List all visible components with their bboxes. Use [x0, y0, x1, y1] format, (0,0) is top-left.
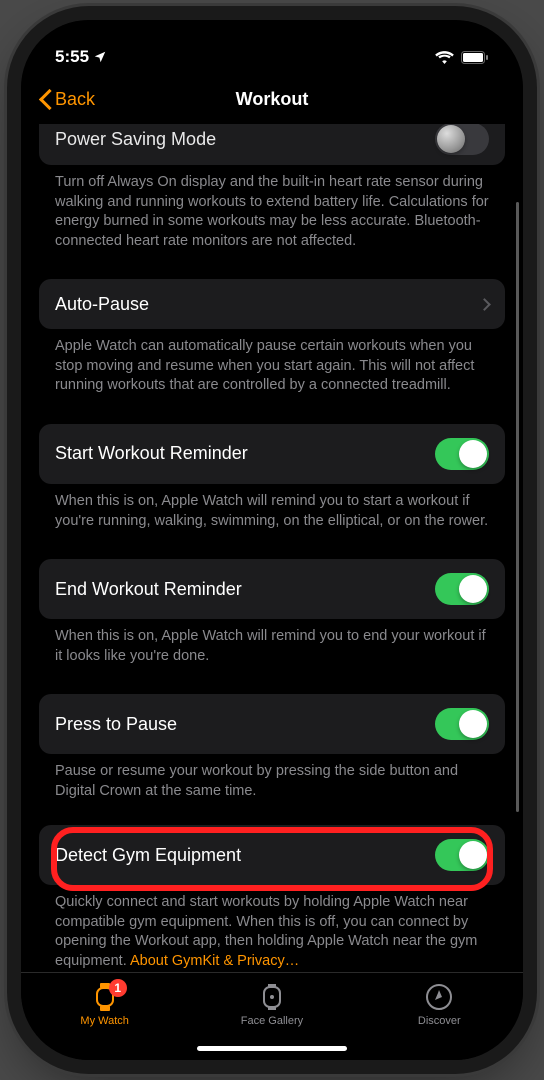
start-reminder-toggle[interactable] — [435, 438, 489, 470]
chevron-right-icon — [478, 298, 491, 311]
tab-face-gallery[interactable]: Face Gallery — [212, 983, 332, 1027]
back-button[interactable]: Back — [39, 89, 95, 110]
power-saving-label: Power Saving Mode — [55, 129, 216, 150]
scrollbar[interactable] — [516, 202, 519, 812]
notch — [167, 20, 377, 52]
detect-gym-label: Detect Gym Equipment — [55, 845, 241, 866]
start-reminder-footer: When this is on, Apple Watch will remind… — [39, 484, 505, 531]
press-pause-footer: Pause or resume your workout by pressing… — [39, 754, 505, 801]
face-gallery-icon — [258, 983, 286, 1011]
wifi-icon — [435, 50, 454, 64]
nav-bar: Back Workout — [21, 74, 523, 124]
start-reminder-row[interactable]: Start Workout Reminder — [39, 424, 505, 484]
battery-icon — [461, 51, 489, 64]
detect-gym-toggle[interactable] — [435, 839, 489, 871]
power-saving-row[interactable]: Power Saving Mode — [39, 124, 505, 165]
tab-my-watch-label: My Watch — [80, 1015, 129, 1027]
auto-pause-row[interactable]: Auto-Pause — [39, 279, 505, 329]
status-time: 5:55 — [55, 47, 89, 67]
screen: 5:55 Back Workout — [21, 20, 523, 1060]
tab-my-watch[interactable]: 1 My Watch — [45, 983, 165, 1027]
gymkit-privacy-link[interactable]: About GymKit & Privacy… — [130, 953, 299, 969]
end-reminder-row[interactable]: End Workout Reminder — [39, 559, 505, 619]
tab-badge: 1 — [109, 979, 127, 997]
back-label: Back — [55, 89, 95, 110]
tab-discover[interactable]: Discover — [379, 983, 499, 1027]
compass-icon — [425, 983, 453, 1011]
auto-pause-label: Auto-Pause — [55, 294, 149, 315]
tab-discover-label: Discover — [418, 1015, 461, 1027]
detect-gym-footer: Quickly connect and start workouts by ho… — [39, 885, 505, 971]
end-reminder-footer: When this is on, Apple Watch will remind… — [39, 619, 505, 666]
auto-pause-footer: Apple Watch can automatically pause cert… — [39, 329, 505, 396]
press-pause-toggle[interactable] — [435, 708, 489, 740]
start-reminder-label: Start Workout Reminder — [55, 443, 248, 464]
settings-scroll[interactable]: Power Saving Mode Turn off Always On dis… — [21, 124, 523, 972]
power-saving-footer: Turn off Always On display and the built… — [39, 165, 505, 251]
end-reminder-toggle[interactable] — [435, 573, 489, 605]
location-icon — [93, 50, 107, 64]
end-reminder-label: End Workout Reminder — [55, 579, 242, 600]
page-title: Workout — [236, 89, 309, 110]
detect-gym-row[interactable]: Detect Gym Equipment — [39, 825, 505, 885]
phone-frame: 5:55 Back Workout — [21, 20, 523, 1060]
power-saving-toggle[interactable] — [435, 124, 489, 155]
press-pause-row[interactable]: Press to Pause — [39, 694, 505, 754]
chevron-left-icon — [39, 89, 51, 109]
home-indicator[interactable] — [197, 1046, 347, 1051]
tab-face-gallery-label: Face Gallery — [241, 1015, 303, 1027]
press-pause-label: Press to Pause — [55, 714, 177, 735]
